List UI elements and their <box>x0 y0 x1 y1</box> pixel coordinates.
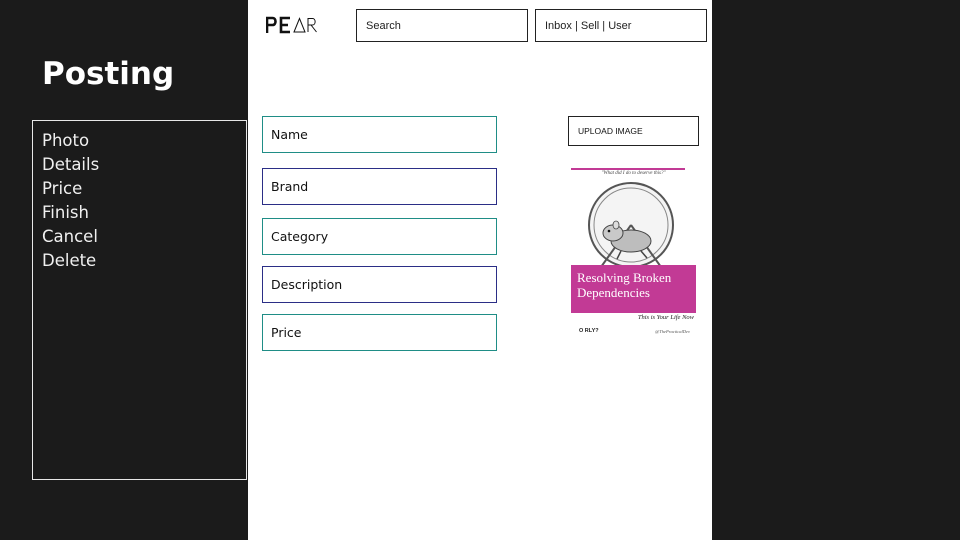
side-menu-item-photo[interactable]: Photo <box>42 129 237 153</box>
side-menu-item-cancel[interactable]: Cancel <box>42 225 237 249</box>
user-nav-menu[interactable]: Inbox | Sell | User <box>535 9 707 42</box>
side-menu-item-delete[interactable]: Delete <box>42 249 237 273</box>
side-menu-item-details[interactable]: Details <box>42 153 237 177</box>
cover-quote: "What did I do to deserve this?" <box>601 171 666 176</box>
side-menu-item-finish[interactable]: Finish <box>42 201 237 225</box>
uploaded-image-preview: "What did I do to deserve this?" Resolvi… <box>569 163 698 339</box>
cover-publisher: O RLY? <box>579 328 599 334</box>
pear-logo[interactable] <box>266 16 320 34</box>
brand-field[interactable]: Brand <box>262 168 497 205</box>
category-field[interactable]: Category <box>262 218 497 255</box>
cover-title-box: Resolving Broken Dependencies <box>571 265 696 313</box>
cover-subtitle: This is Your Life Now <box>637 314 694 321</box>
name-field[interactable]: Name <box>262 116 497 153</box>
side-menu-item-price[interactable]: Price <box>42 177 237 201</box>
upload-image-button[interactable]: UPLOAD IMAGE <box>568 116 699 146</box>
posting-panel: Search Inbox | Sell | User Name Brand Ca… <box>248 0 712 540</box>
cover-title: Resolving Broken Dependencies <box>577 270 672 300</box>
description-field[interactable]: Description <box>262 266 497 303</box>
page-title: Posting <box>42 56 175 92</box>
side-menu: Photo Details Price Finish Cancel Delete <box>32 120 247 480</box>
cover-author: @ThePracticalDev <box>655 329 690 334</box>
price-field[interactable]: Price <box>262 314 497 351</box>
search-input[interactable]: Search <box>356 9 528 42</box>
